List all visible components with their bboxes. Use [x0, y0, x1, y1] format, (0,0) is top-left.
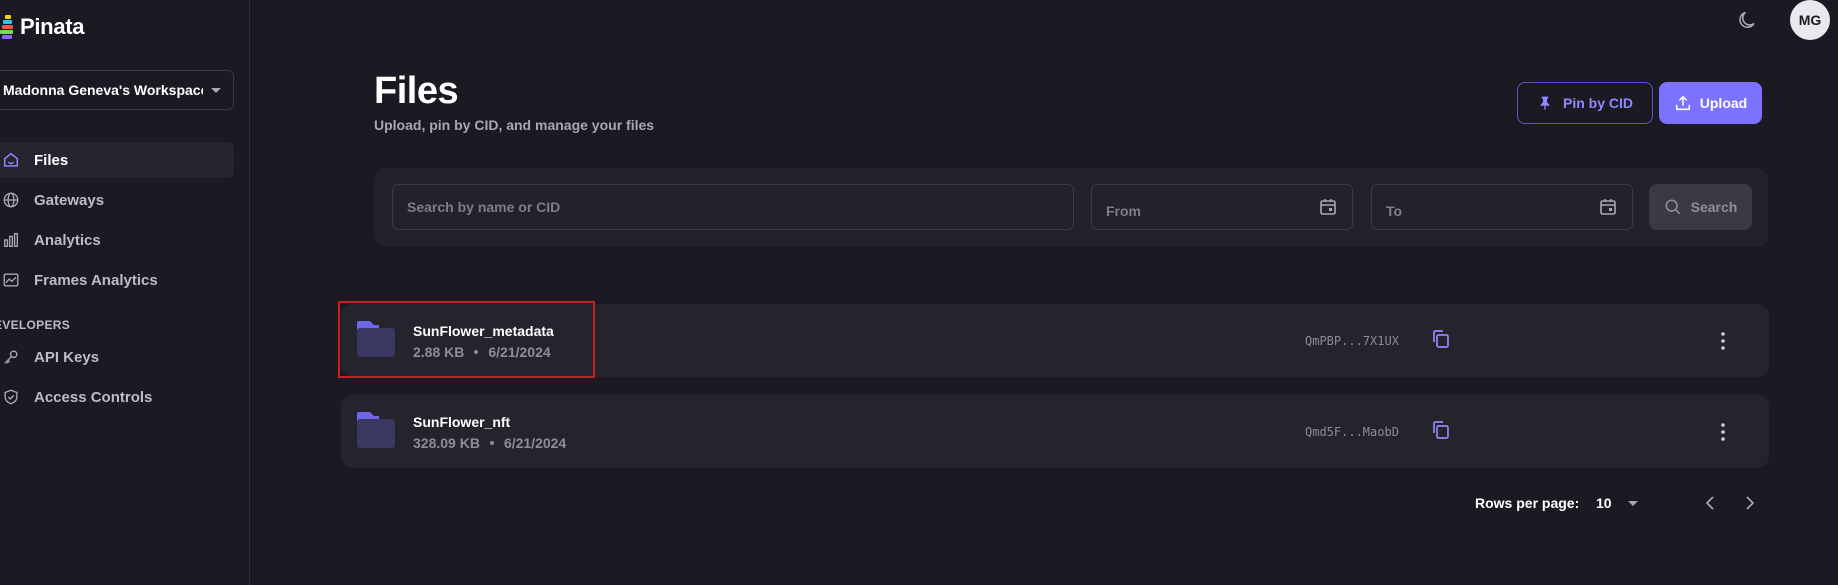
- chevron-down-icon: [211, 87, 221, 93]
- copy-icon[interactable]: [1430, 419, 1452, 441]
- sidebar-item-label: API Keys: [34, 348, 100, 366]
- workspace-name: Madonna Geneva's Workspace: [3, 82, 203, 98]
- line-chart-icon: [3, 273, 19, 287]
- sidebar-item-files[interactable]: Files: [0, 142, 234, 178]
- pinata-logo-icon: [0, 14, 16, 40]
- file-row[interactable]: SunFlower_nft 328.09 KB 6/21/2024 Qmd5F.…: [341, 395, 1769, 468]
- search-icon: [1665, 199, 1680, 215]
- workspace-selector[interactable]: Madonna Geneva's Workspace: [0, 70, 234, 110]
- key-icon: [4, 350, 18, 364]
- sidebar: Pinata Madonna Geneva's Workspace Files …: [0, 0, 250, 585]
- logo[interactable]: Pinata: [0, 14, 85, 40]
- sidebar-item-gateways[interactable]: Gateways: [0, 182, 234, 218]
- brand-name: Pinata: [20, 14, 85, 39]
- avatar[interactable]: MG: [1790, 0, 1830, 40]
- file-size: 2.88 KB: [413, 344, 465, 360]
- page-subtitle: Upload, pin by CID, and manage your file…: [374, 117, 655, 133]
- file-meta: 2.88 KB 6/21/2024: [413, 344, 551, 360]
- sidebar-item-label: Gateways: [34, 191, 105, 209]
- section-label-developers: EVELOPERS: [0, 318, 71, 332]
- file-row[interactable]: SunFlower_metadata 2.88 KB 6/21/2024 QmP…: [341, 304, 1769, 377]
- sidebar-item-label: Frames Analytics: [34, 271, 158, 289]
- more-options-icon[interactable]: [1713, 330, 1733, 352]
- upload-label: Upload: [1699, 95, 1748, 111]
- search-button[interactable]: Search: [1649, 184, 1752, 230]
- rows-per-page-select[interactable]: 10: [1596, 495, 1638, 511]
- sidebar-item-label: Analytics: [34, 231, 101, 249]
- pin-by-cid-label: Pin by CID: [1562, 95, 1633, 111]
- filter-panel: Search by name or CID From To Search: [374, 168, 1768, 247]
- home-icon: [3, 152, 19, 167]
- sidebar-item-access-controls[interactable]: Access Controls: [0, 379, 234, 415]
- to-placeholder: To: [1386, 203, 1403, 219]
- separator-dot: [489, 441, 494, 445]
- sidebar-item-api-keys[interactable]: API Keys: [0, 339, 234, 375]
- folder-icon: [357, 321, 395, 357]
- shield-icon: [4, 389, 18, 405]
- folder-icon: [357, 412, 395, 448]
- search-input[interactable]: Search by name or CID: [392, 184, 1074, 230]
- file-name[interactable]: SunFlower_metadata: [413, 323, 554, 339]
- sidebar-item-label: Files: [34, 151, 69, 169]
- file-name[interactable]: SunFlower_nft: [413, 414, 510, 430]
- chevron-left-icon[interactable]: [1700, 492, 1720, 514]
- rows-per-page-value: 10: [1596, 495, 1612, 511]
- copy-icon[interactable]: [1430, 328, 1452, 350]
- file-date: 6/21/2024: [503, 435, 567, 451]
- app-root: Pinata Madonna Geneva's Workspace Files …: [0, 0, 1838, 585]
- chevron-right-icon[interactable]: [1740, 492, 1760, 514]
- upload-button[interactable]: Upload: [1659, 82, 1762, 124]
- from-placeholder: From: [1106, 203, 1141, 219]
- globe-icon: [3, 192, 19, 208]
- more-options-icon[interactable]: [1713, 421, 1733, 443]
- separator-dot: [474, 350, 479, 354]
- sidebar-item-analytics[interactable]: Analytics: [0, 222, 234, 258]
- search-button-label: Search: [1690, 199, 1738, 215]
- chevron-down-icon: [1627, 500, 1638, 506]
- upload-icon: [1675, 95, 1690, 111]
- file-meta: 328.09 KB 6/21/2024: [413, 435, 566, 451]
- page-title: Files: [374, 70, 459, 112]
- sidebar-item-label: Access Controls: [34, 388, 153, 406]
- pin-icon: [1540, 96, 1550, 110]
- calendar-icon[interactable]: [1598, 197, 1618, 217]
- search-placeholder: Search by name or CID: [407, 199, 561, 215]
- file-date: 6/21/2024: [488, 344, 551, 360]
- calendar-icon[interactable]: [1318, 197, 1338, 217]
- file-cid: Qmd5F...MaobD: [1305, 425, 1399, 439]
- file-cid: QmPBP...7X1UX: [1305, 334, 1399, 348]
- from-date-input[interactable]: From: [1091, 184, 1353, 230]
- moon-icon[interactable]: [1736, 8, 1760, 32]
- bar-chart-icon: [4, 233, 18, 247]
- sidebar-item-frames-analytics[interactable]: Frames Analytics: [0, 262, 234, 298]
- file-size: 328.09 KB: [413, 435, 480, 451]
- pin-by-cid-button[interactable]: Pin by CID: [1517, 82, 1653, 124]
- to-date-input[interactable]: To: [1371, 184, 1633, 230]
- rows-per-page-label: Rows per page:: [1475, 495, 1580, 511]
